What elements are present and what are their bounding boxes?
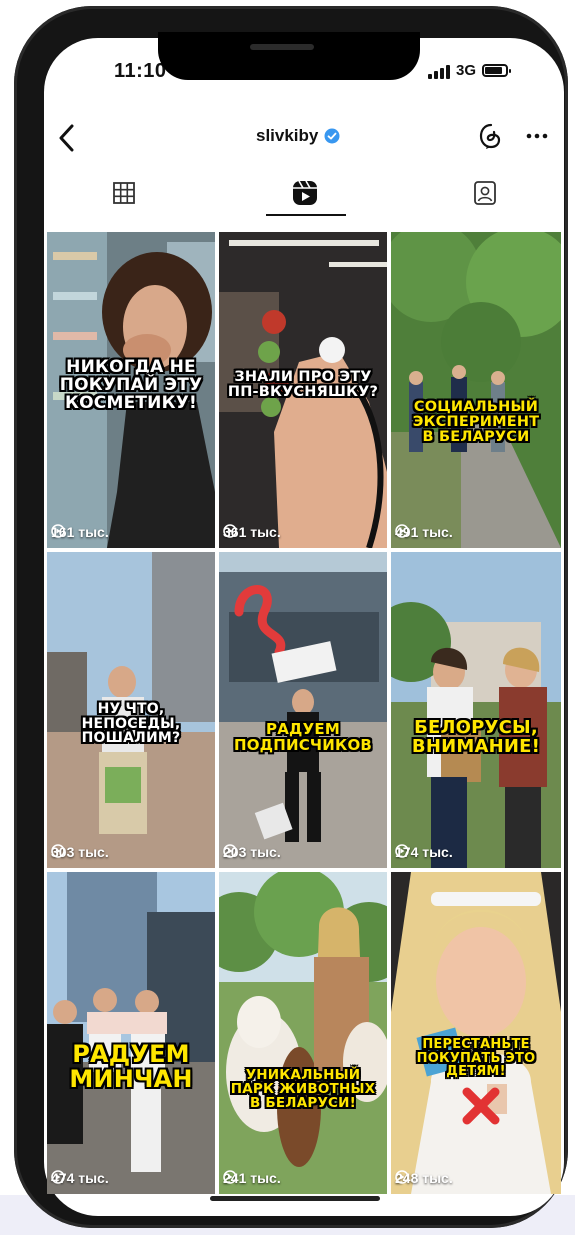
red-cross-icon: [462, 1087, 500, 1125]
profile-tabs: [46, 170, 558, 218]
play-views-icon: [395, 1170, 409, 1184]
play-views-icon: [51, 1170, 65, 1184]
play-views-icon: [395, 524, 409, 538]
verified-badge-icon: [324, 128, 340, 144]
play-views-icon: [51, 844, 65, 858]
reel-thumbnail: [391, 552, 561, 868]
reel-caption: РАДУЕМ МИНЧАН: [69, 1040, 193, 1094]
reel-views: 174 тыс.: [395, 844, 453, 860]
reel-views: 474 тыс.: [51, 1170, 109, 1186]
reel-caption: ПЕРЕСТАНЬТЕ ПОКУПАТЬ ЭТО ДЕТЯМ!: [416, 1037, 536, 1080]
network-label: 3G: [456, 62, 477, 79]
tagged-person-icon: [474, 181, 496, 205]
home-indicator[interactable]: [210, 1196, 380, 1201]
reels-grid: НИКОГДА НЕ ПОКУПАЙ ЭТУ КОСМЕТИКУ! 161 тыс.…: [47, 232, 561, 1194]
reel-tile[interactable]: БЕЛОРУСЫ, ВНИМАНИЕ! 174 тыс.: [391, 552, 561, 868]
tab-reels[interactable]: [260, 170, 350, 216]
back-button[interactable]: [54, 120, 84, 156]
status-time: 11:10: [114, 60, 167, 82]
reel-caption: БЕЛОРУСЫ, ВНИМАНИЕ!: [411, 717, 541, 757]
reel-tile[interactable]: УНИКАЛЬНЫЙ ПАРК ЖИВОТНЫХ В БЕЛАРУСИ! 241 т…: [219, 872, 387, 1194]
reel-tile[interactable]: ЗНАЛИ ПРО ЭТУ ПП-ВКУСНЯШКУ? 361 тыс.: [219, 232, 387, 548]
reel-views: 241 тыс.: [223, 1170, 281, 1186]
reel-thumbnail: [219, 872, 387, 1194]
reel-caption: НИКОГДА НЕ ПОКУПАЙ ЭТУ КОСМЕТИКУ!: [59, 357, 203, 413]
reel-caption: УНИКАЛЬНЫЙ ПАРК ЖИВОТНЫХ В БЕЛАРУСИ!: [230, 1067, 376, 1112]
reel-thumbnail: [391, 232, 561, 548]
tab-grid[interactable]: [79, 170, 169, 216]
status-icons: 3G: [428, 62, 512, 79]
reel-tile[interactable]: СОЦИАЛЬНЫЙ ЭКСПЕРИМЕНТ В БЕЛАРУСИ 491 тыс.: [391, 232, 561, 548]
reel-tile[interactable]: НИКОГДА НЕ ПОКУПАЙ ЭТУ КОСМЕТИКУ! 161 тыс.: [47, 232, 215, 548]
profile-header: slivkiby: [46, 116, 558, 162]
signal-icon: [428, 63, 450, 79]
username: slivkiby: [256, 126, 319, 145]
reel-thumbnail: [391, 872, 561, 1194]
more-dots-icon[interactable]: [526, 133, 548, 139]
header-actions: [478, 122, 548, 150]
reel-caption: ЗНАЛИ ПРО ЭТУ ПП-ВКУСНЯШКУ?: [227, 369, 379, 401]
threads-icon[interactable]: [478, 122, 504, 150]
reel-tile[interactable]: НУ ЧТО, НЕПОСЕДЫ, ПОШАЛИМ? 303 тыс.: [47, 552, 215, 868]
reel-thumbnail: [219, 552, 387, 868]
phone-speaker: [250, 44, 314, 50]
phone-notch: [158, 32, 420, 80]
reel-caption: СОЦИАЛЬНЫЙ ЭКСПЕРИМЕНТ В БЕЛАРУСИ: [412, 399, 540, 446]
play-views-icon: [223, 1170, 237, 1184]
reel-thumbnail: [47, 872, 215, 1194]
play-views-icon: [223, 844, 237, 858]
battery-icon: [482, 64, 512, 77]
play-views-icon: [51, 524, 65, 538]
reel-tile[interactable]: РАДУЕМ ПОДПИСЧИКОВ 203 тыс.: [219, 552, 387, 868]
reel-views: 361 тыс.: [223, 524, 281, 540]
chevron-left-icon: [59, 124, 74, 152]
tab-tagged[interactable]: [440, 170, 530, 216]
reel-views: 248 тыс.: [395, 1170, 453, 1186]
reel-views: 161 тыс.: [51, 524, 109, 540]
reels-icon: [293, 180, 317, 205]
reel-caption: НУ ЧТО, НЕПОСЕДЫ, ПОШАЛИМ?: [81, 701, 181, 747]
reel-tile[interactable]: РАДУЕМ МИНЧАН 474 тыс.: [47, 872, 215, 1194]
profile-title: slivkiby: [256, 126, 340, 146]
play-views-icon: [395, 844, 409, 858]
active-tab-indicator: [266, 214, 346, 216]
grid-icon: [113, 182, 135, 204]
play-views-icon: [223, 524, 237, 538]
reel-tile[interactable]: ПЕРЕСТАНЬТЕ ПОКУПАТЬ ЭТО ДЕТЯМ! 248 тыс.: [391, 872, 561, 1194]
reel-views: 303 тыс.: [51, 844, 109, 860]
reel-caption: РАДУЕМ ПОДПИСЧИКОВ: [233, 720, 373, 754]
reel-views: 491 тыс.: [395, 524, 453, 540]
reel-views: 203 тыс.: [223, 844, 281, 860]
